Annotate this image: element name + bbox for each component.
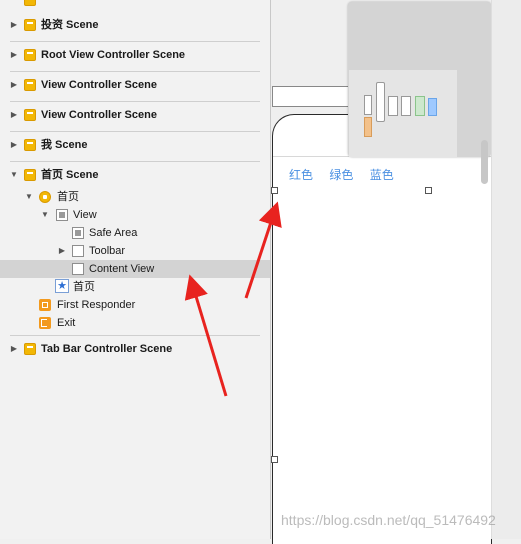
disclosure-triangle-open-icon[interactable]: ▼: [9, 166, 19, 184]
scene-icon: [24, 169, 36, 181]
library-item: [428, 98, 437, 116]
outline-safe-area-row[interactable]: Safe Area: [0, 224, 270, 242]
tree-label: 首页: [57, 191, 79, 203]
outline-scene-row-partial[interactable]: [0, 0, 270, 9]
inspector-edge: [491, 0, 521, 539]
star-icon: ★: [55, 279, 69, 293]
scene-icon: [24, 79, 36, 91]
safe-area-icon: [72, 227, 84, 239]
outline-scene-row[interactable]: ▶ Root View Controller Scene: [0, 46, 270, 64]
outline-scene-row-expanded[interactable]: ▼ 首页 Scene: [0, 166, 270, 184]
scene-icon: [24, 139, 36, 151]
outline-content-view-row[interactable]: Content View: [0, 260, 270, 278]
outline-scene-row[interactable]: ▶ 我 Scene: [0, 136, 270, 154]
outline-vc-row[interactable]: ▼ 首页: [0, 188, 270, 206]
library-item: [376, 82, 385, 122]
tree-label: View: [73, 209, 97, 221]
outline-tab-item-row[interactable]: ★ 首页: [0, 278, 270, 296]
disclosure-triangle-icon[interactable]: ▶: [9, 106, 19, 124]
segment-green[interactable]: 绿色: [329, 168, 353, 182]
view-icon: [72, 263, 84, 275]
view-controller-icon: [39, 191, 51, 203]
library-item: [388, 96, 398, 116]
disclosure-triangle-open-icon[interactable]: ▼: [40, 206, 50, 224]
library-item: [364, 117, 372, 137]
library-item: [364, 95, 372, 115]
divider: [10, 131, 260, 132]
watermark: https://blog.csdn.net/qq_51476492: [281, 512, 496, 528]
tree-label: Toolbar: [89, 245, 126, 257]
document-outline: ▶ 投资 Scene ▶ Root View Controller Scene …: [0, 0, 271, 539]
scene-icon: [24, 109, 36, 121]
first-responder-icon: [39, 299, 51, 311]
tree-label: Content View: [89, 263, 155, 275]
scene-label: Root View Controller Scene: [41, 49, 186, 61]
divider: [10, 41, 260, 42]
outline-view-row[interactable]: ▼ View: [0, 206, 270, 224]
disclosure-triangle-icon[interactable]: ▶: [9, 16, 19, 34]
disclosure-triangle-icon[interactable]: ▶: [9, 136, 19, 154]
disclosure-triangle-icon[interactable]: ▶: [9, 340, 19, 358]
scene-label: View Controller Scene: [41, 79, 157, 91]
resize-handle[interactable]: [271, 187, 278, 194]
divider: [10, 161, 260, 162]
segment-red[interactable]: 红色: [289, 168, 313, 182]
segment-blue[interactable]: 蓝色: [370, 168, 394, 182]
tree-label: First Responder: [57, 299, 136, 311]
scene-icon: [24, 49, 36, 61]
view-icon: [56, 209, 68, 221]
exit-icon: [39, 317, 51, 329]
scene-icon: [24, 0, 36, 6]
scene-label: 首页 Scene: [41, 169, 99, 181]
outline-scene-row[interactable]: ▶ View Controller Scene: [0, 106, 270, 124]
disclosure-triangle-open-icon[interactable]: ▼: [24, 188, 34, 206]
outline-toolbar-row[interactable]: ▶ Toolbar: [0, 242, 270, 260]
text-field-element[interactable]: [272, 86, 354, 107]
scene-label: 投资 Scene: [41, 19, 99, 31]
tree-label: Safe Area: [89, 227, 138, 239]
resize-handle[interactable]: [271, 456, 278, 463]
library-preview: [349, 70, 457, 157]
scene-label: View Controller Scene: [41, 109, 157, 121]
scene-icon: [24, 343, 36, 355]
outline-scene-row[interactable]: ▶ 投资 Scene: [0, 16, 270, 34]
outline-first-responder-row[interactable]: First Responder: [0, 296, 270, 314]
outline-scene-row[interactable]: ▶ Tab Bar Controller Scene: [0, 340, 270, 358]
scrollbar[interactable]: [481, 140, 488, 184]
library-item: [415, 96, 425, 116]
divider: [10, 335, 260, 336]
toolbar-icon: [72, 245, 84, 257]
outline-exit-row[interactable]: Exit: [0, 314, 270, 332]
scene-icon: [24, 19, 36, 31]
disclosure-triangle-icon[interactable]: ▶: [9, 46, 19, 64]
disclosure-triangle-icon[interactable]: ▶: [57, 242, 67, 260]
segment-labels: 红色 绿色 蓝色: [289, 167, 407, 183]
outline-scene-row[interactable]: ▶ View Controller Scene: [0, 76, 270, 94]
library-item: [401, 96, 411, 116]
tree-label: 首页: [73, 281, 95, 293]
scene-label: Tab Bar Controller Scene: [41, 343, 173, 355]
disclosure-triangle-icon[interactable]: ▶: [9, 76, 19, 94]
resize-handle[interactable]: [425, 187, 432, 194]
scene-label: 我 Scene: [41, 139, 88, 151]
tree-label: Exit: [57, 317, 76, 329]
divider: [10, 71, 260, 72]
divider: [10, 101, 260, 102]
